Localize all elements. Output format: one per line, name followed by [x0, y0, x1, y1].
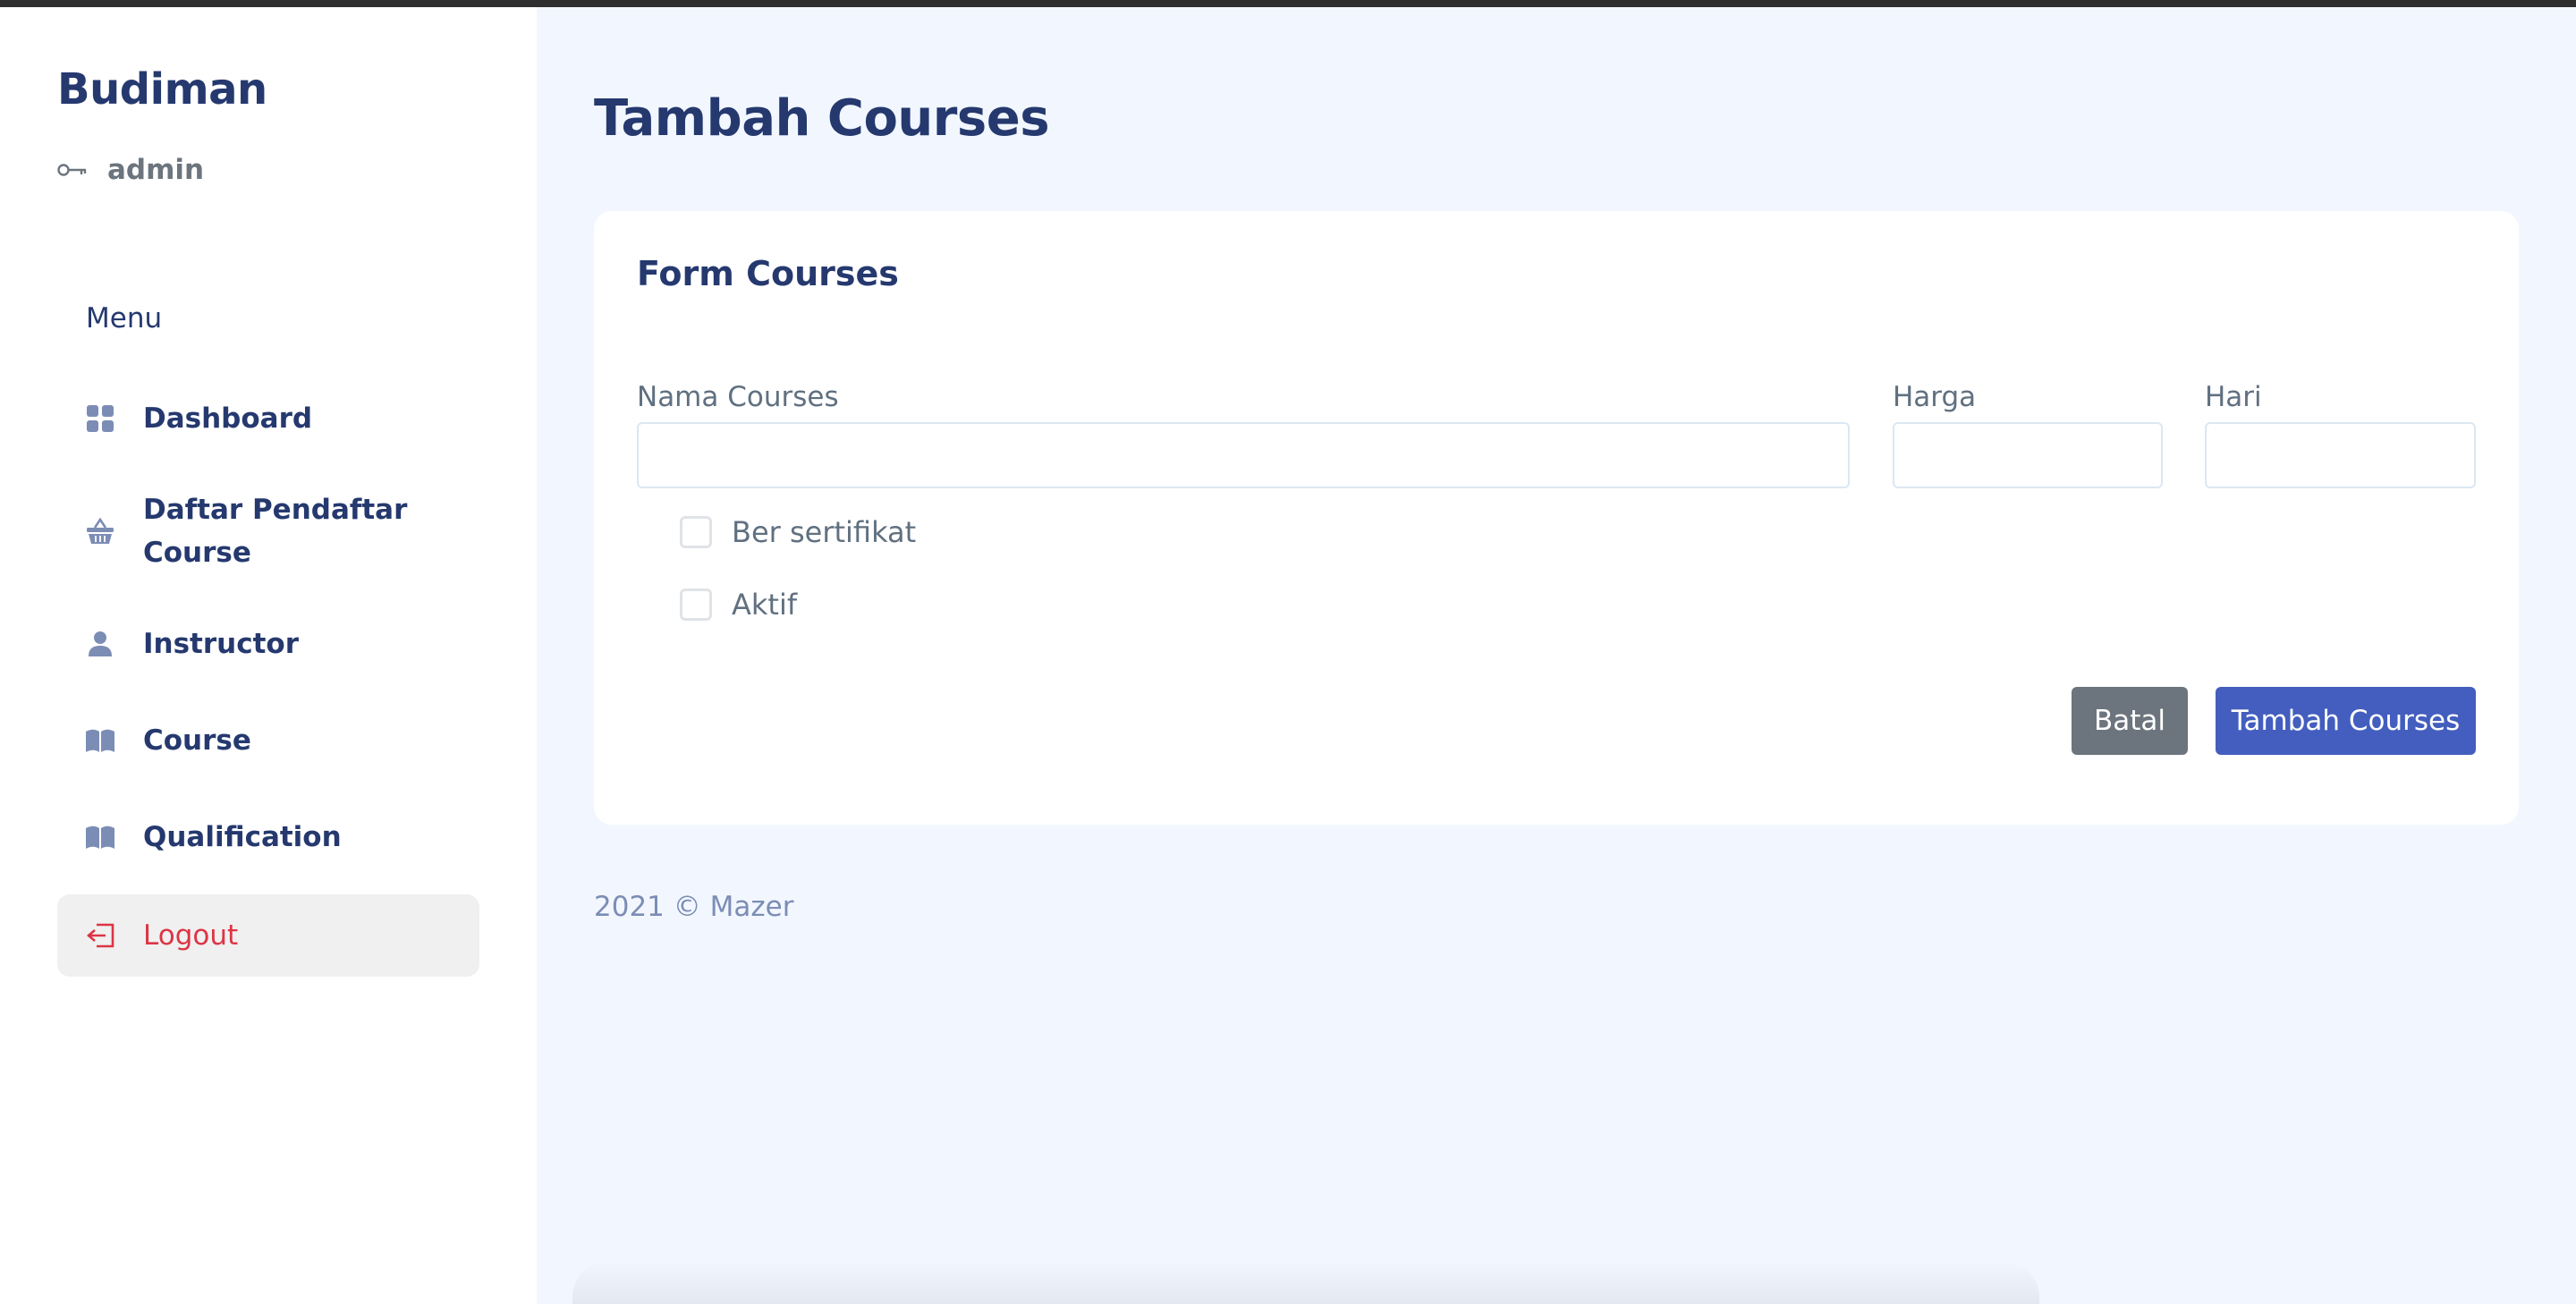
user-role: admin [57, 152, 204, 188]
page-title: Tambah Courses [594, 89, 1050, 148]
form-title: Form Courses [637, 254, 899, 293]
sidebar: Budiman admin Menu Dashboard Daftar Pend… [0, 7, 537, 1304]
aktif-checkbox-label: Aktif [732, 588, 798, 622]
sidebar-item-qualification[interactable]: Qualification [57, 805, 479, 869]
menu-title: Menu [86, 302, 163, 334]
sidebar-item-label: Dashboard [143, 402, 313, 435]
user-role-label: admin [107, 154, 205, 186]
nama-courses-label: Nama Courses [637, 381, 839, 413]
sertifikat-checkbox[interactable] [680, 516, 712, 548]
harga-input[interactable] [1893, 422, 2163, 488]
sidebar-item-instructor[interactable]: Instructor [57, 612, 479, 676]
logout-icon [84, 919, 116, 952]
cancel-button[interactable]: Batal [2072, 687, 2188, 755]
basket-icon [84, 515, 116, 547]
window-top-border [0, 0, 2576, 7]
hari-input[interactable] [2205, 422, 2476, 488]
sidebar-item-label: Daftar Pendaftar Course [143, 494, 408, 569]
book-icon [84, 821, 116, 853]
submit-button[interactable]: Tambah Courses [2216, 687, 2476, 755]
book-icon [84, 724, 116, 757]
sidebar-item-label: Qualification [143, 821, 342, 853]
hari-label: Hari [2205, 381, 2262, 413]
sidebar-item-course[interactable]: Course [57, 708, 479, 773]
sidebar-item-daftar-pendaftar[interactable]: Daftar Pendaftar Course [57, 481, 479, 581]
footer-copyright: 2021 © Mazer [594, 891, 794, 923]
sertifikat-checkbox-row[interactable]: Ber sertifikat [680, 515, 916, 549]
key-icon [57, 161, 88, 179]
bottom-shadow [572, 1261, 2039, 1304]
sidebar-item-label: Instructor [143, 628, 300, 660]
sidebar-item-label: Logout [143, 919, 239, 952]
aktif-checkbox-row[interactable]: Aktif [680, 588, 797, 622]
sidebar-item-dashboard[interactable]: Dashboard [57, 386, 479, 451]
aktif-checkbox[interactable] [680, 588, 712, 621]
harga-label: Harga [1893, 381, 1977, 413]
sidebar-brand[interactable]: Budiman [57, 64, 267, 114]
person-icon [84, 628, 116, 660]
sertifikat-checkbox-label: Ber sertifikat [732, 515, 917, 549]
form-card: Form Courses Nama Courses Harga Hari Ber… [594, 211, 2519, 825]
nama-courses-input[interactable] [637, 422, 1850, 488]
sidebar-item-logout[interactable]: Logout [57, 894, 479, 977]
grid-icon [84, 402, 116, 435]
sidebar-item-label: Course [143, 724, 251, 757]
